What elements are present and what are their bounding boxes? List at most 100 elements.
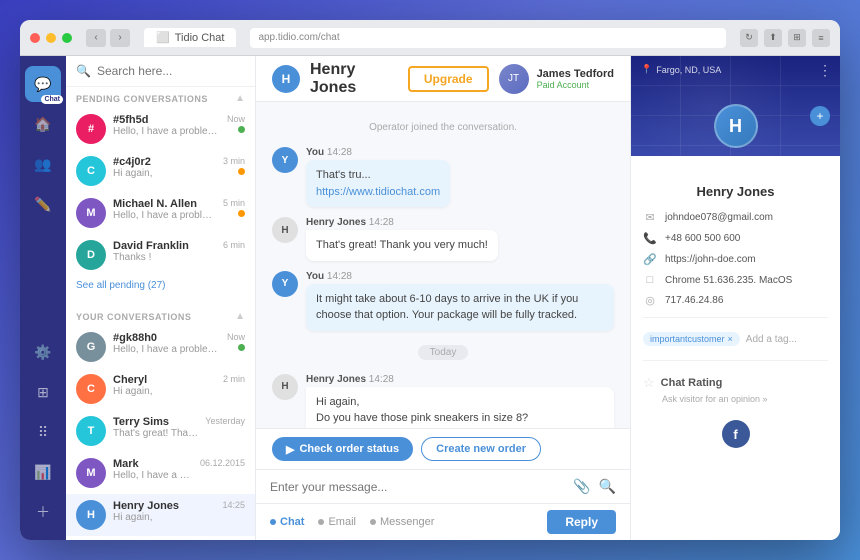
reply-button[interactable]: Reply bbox=[547, 510, 616, 534]
minimize-dot[interactable] bbox=[46, 33, 56, 43]
your-collapse-icon[interactable]: ▲ bbox=[235, 311, 245, 322]
upgrade-button[interactable]: Upgrade bbox=[408, 66, 489, 92]
your-section-title: YOUR CONVERSATIONS bbox=[76, 312, 191, 322]
list-item[interactable]: T Terry Sims That's great! Thank you ver… bbox=[66, 410, 255, 452]
list-item[interactable]: C Cheryl Hi again, 2 min bbox=[66, 368, 255, 410]
list-item[interactable]: H Henry Jones Hi again, 14:25 bbox=[66, 494, 255, 536]
check-order-status-button[interactable]: ▶ Check order status bbox=[272, 437, 413, 461]
refresh-button[interactable]: ↻ bbox=[740, 29, 758, 47]
list-item[interactable]: D David Franklin Thanks ! 6 min bbox=[66, 234, 255, 276]
search-msg-icon[interactable]: 🔍 bbox=[599, 478, 616, 495]
chat-rating-subtitle: Ask visitor for an opinion » bbox=[662, 394, 828, 404]
conv-meta: 5 min bbox=[223, 198, 245, 217]
list-item[interactable]: C #c4j0r2 Hi again, 3 min bbox=[66, 150, 255, 192]
add-tag-input[interactable]: Add a tag... bbox=[746, 334, 797, 345]
phone-value: +48 600 500 600 bbox=[665, 233, 740, 244]
conv-time: 6 min bbox=[223, 240, 245, 250]
icon-bar: 💬 Chat 🏠 👥 ✏️ ⚙️ ⊞ ⠿ 📊 bbox=[20, 56, 66, 540]
msg-link[interactable]: https://www.tidiochat.com bbox=[316, 186, 440, 198]
search-input[interactable] bbox=[97, 64, 245, 78]
ip-icon: ◎ bbox=[643, 294, 657, 307]
chat-contact-avatar: H bbox=[272, 65, 300, 93]
phone-row: 📞 +48 600 500 600 bbox=[631, 228, 840, 249]
avatar: H bbox=[272, 217, 298, 243]
chat-messages-area: Operator joined the conversation. Y You … bbox=[256, 102, 630, 428]
see-all-pending-link[interactable]: See all pending (27) bbox=[66, 276, 255, 297]
tab-email[interactable]: Email bbox=[318, 516, 356, 528]
back-button[interactable]: ‹ bbox=[86, 29, 106, 47]
browser-nav: ‹ › bbox=[86, 29, 130, 47]
grid-icon: ⠿ bbox=[38, 424, 48, 441]
more-options-icon[interactable]: ⋮ bbox=[818, 62, 832, 79]
home-icon: 🏠 bbox=[34, 116, 51, 133]
date-divider: Today bbox=[418, 345, 469, 360]
tag-remove-icon[interactable]: × bbox=[728, 334, 733, 344]
agent-avatar: JT bbox=[499, 64, 529, 94]
conv-name: Michael N. Allen bbox=[113, 198, 216, 210]
avatar: # bbox=[76, 114, 106, 144]
right-panel: 📍 Fargo, ND, USA ⋮ H + Henry Jones ✉ joh… bbox=[630, 56, 840, 540]
chat-footer-tabs: Chat Email Messenger Reply bbox=[256, 503, 630, 540]
conv-meta: 2 min bbox=[223, 374, 245, 384]
home-icon-btn[interactable]: 🏠 bbox=[25, 106, 61, 142]
msg-sender-time: You 14:28 bbox=[306, 271, 614, 282]
tag-label: importantcustomer bbox=[650, 334, 725, 344]
list-item[interactable]: # #5fh5d Hello, I have a problem with my… bbox=[66, 108, 255, 150]
browser-actions: ↻ ⬆ ⊞ ≡ bbox=[740, 29, 830, 47]
conv-meta: 3 min bbox=[223, 156, 245, 175]
add-button[interactable]: + bbox=[810, 106, 830, 126]
equalizer-icon-btn[interactable]: ⊞ bbox=[25, 374, 61, 410]
avatar: D bbox=[76, 240, 106, 270]
edit-icon-btn[interactable]: ✏️ bbox=[25, 186, 61, 222]
ip-row: ◎ 717.46.24.86 bbox=[631, 290, 840, 311]
check-order-label: Check order status bbox=[299, 443, 399, 455]
attachment-icon[interactable]: 📎 bbox=[573, 478, 590, 495]
share-button[interactable]: ⬆ bbox=[764, 29, 782, 47]
list-item[interactable]: D Dean 10:55 bbox=[66, 536, 255, 540]
ip-value: 717.46.24.86 bbox=[665, 295, 723, 306]
email-row: ✉ johndoe078@gmail.com bbox=[631, 207, 840, 228]
equalizer-icon: ⊞ bbox=[37, 384, 49, 401]
list-item[interactable]: G #gk88h0 Hello, I have a problem with m… bbox=[66, 326, 255, 368]
create-new-order-button[interactable]: Create new order bbox=[421, 437, 541, 461]
chat-icon: 💬 bbox=[34, 76, 51, 93]
conv-meta: Now bbox=[227, 332, 245, 351]
chat-rating-title: Chat Rating bbox=[661, 377, 723, 389]
facebook-section: f bbox=[631, 412, 840, 456]
chat-icon-btn[interactable]: 💬 Chat bbox=[25, 66, 61, 102]
msg-content: You 14:28 It might take about 6-10 days … bbox=[306, 271, 614, 331]
pending-section-header: PENDING CONVERSATIONS ▲ bbox=[66, 87, 255, 108]
chat-badge: Chat bbox=[41, 95, 63, 104]
conv-preview: Hello, I have a problem with my wid... bbox=[113, 470, 193, 481]
browser-tab[interactable]: ⬜ Tidio Chat bbox=[144, 28, 236, 47]
close-dot[interactable] bbox=[30, 33, 40, 43]
menu-button[interactable]: ≡ bbox=[812, 29, 830, 47]
msg-bubble: That's great! Thank you very much! bbox=[306, 230, 498, 261]
message-input[interactable] bbox=[270, 480, 565, 494]
list-item[interactable]: M Mark Hello, I have a problem with my w… bbox=[66, 452, 255, 494]
pending-collapse-icon[interactable]: ▲ bbox=[235, 93, 245, 104]
tab-messenger[interactable]: Messenger bbox=[370, 516, 434, 528]
grid-icon-btn[interactable]: ⠿ bbox=[25, 414, 61, 450]
conv-preview: Hi again, bbox=[113, 168, 216, 179]
chart-icon-btn[interactable]: 📊 bbox=[25, 454, 61, 490]
tab-chat[interactable]: Chat bbox=[270, 516, 304, 528]
location-label: Fargo, ND, USA bbox=[656, 65, 721, 75]
conv-info: #c4j0r2 Hi again, bbox=[113, 156, 216, 179]
email-tab-dot bbox=[318, 519, 324, 525]
conv-info: Cheryl Hi again, bbox=[113, 374, 216, 397]
forward-button[interactable]: › bbox=[110, 29, 130, 47]
conv-name: #5fh5d bbox=[113, 114, 220, 126]
conv-preview: Hi again, bbox=[113, 386, 216, 397]
list-item[interactable]: M Michael N. Allen Hello, I have a probl… bbox=[66, 192, 255, 234]
users-icon-btn[interactable]: 👥 bbox=[25, 146, 61, 182]
conv-time: Now bbox=[227, 114, 245, 124]
settings-icon-btn[interactable]: ⚙️ bbox=[25, 334, 61, 370]
location-text: 📍 Fargo, ND, USA bbox=[641, 64, 721, 75]
bookmark-button[interactable]: ⊞ bbox=[788, 29, 806, 47]
operator-joined-notice: Operator joined the conversation. bbox=[272, 118, 614, 137]
facebook-icon[interactable]: f bbox=[722, 420, 750, 448]
plus-icon-btn[interactable]: ＋ bbox=[25, 494, 61, 530]
maximize-dot[interactable] bbox=[62, 33, 72, 43]
url-bar[interactable]: app.tidio.com/chat bbox=[250, 28, 726, 48]
